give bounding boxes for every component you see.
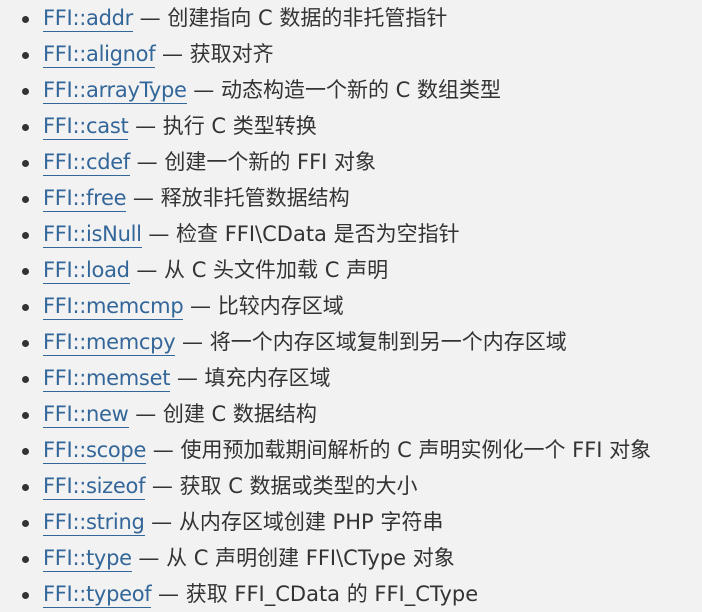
list-item: FFI::memset — 填充内存区域 <box>22 360 702 396</box>
method-description: — 创建指向 C 数据的非托管指针 <box>132 6 448 30</box>
list-item: FFI::load — 从 C 头文件加载 C 声明 <box>22 252 702 288</box>
method-link[interactable]: FFI::string <box>43 510 145 536</box>
method-list: FFI::addr — 创建指向 C 数据的非托管指针 FFI::alignof … <box>0 0 702 612</box>
method-link[interactable]: FFI::alignof <box>43 42 156 68</box>
bullet-icon <box>22 592 29 599</box>
method-link[interactable]: FFI::cast <box>43 114 129 140</box>
method-link[interactable]: FFI::sizeof <box>43 474 145 500</box>
method-description: — 填充内存区域 <box>170 366 331 390</box>
method-description: — 获取 C 数据或类型的大小 <box>145 474 418 498</box>
list-item: FFI::scope — 使用预加载期间解析的 C 声明实例化一个 FFI 对象 <box>22 432 702 468</box>
method-description: — 获取对齐 <box>155 42 274 66</box>
list-item: FFI::free — 释放非托管数据结构 <box>22 180 702 216</box>
method-link[interactable]: FFI::load <box>43 258 130 284</box>
list-item: FFI::cast — 执行 C 类型转换 <box>22 108 702 144</box>
method-link[interactable]: FFI::cdef <box>43 150 130 176</box>
method-description: — 从 C 声明创建 FFI\CType 对象 <box>131 546 455 570</box>
method-description: — 创建 C 数据结构 <box>128 402 317 426</box>
list-item: FFI::memcpy — 将一个内存区域复制到另一个内存区域 <box>22 324 702 360</box>
method-link[interactable]: FFI::isNull <box>43 222 142 248</box>
method-description: — 释放非托管数据结构 <box>126 186 350 210</box>
method-description: — 从内存区域创建 PHP 字符串 <box>144 510 444 534</box>
bullet-icon <box>22 268 29 275</box>
method-description: — 执行 C 类型转换 <box>128 114 317 138</box>
list-item: FFI::addr — 创建指向 C 数据的非托管指针 <box>22 0 702 36</box>
bullet-icon <box>22 196 29 203</box>
bullet-icon <box>22 412 29 419</box>
method-link[interactable]: FFI::scope <box>43 438 146 464</box>
list-item: FFI::string — 从内存区域创建 PHP 字符串 <box>22 504 702 540</box>
bullet-icon <box>22 16 29 23</box>
method-link[interactable]: FFI::memcmp <box>43 294 184 320</box>
list-item: FFI::type — 从 C 声明创建 FFI\CType 对象 <box>22 540 702 576</box>
method-description: — 比较内存区域 <box>183 294 344 318</box>
bullet-icon <box>22 556 29 563</box>
list-item: FFI::alignof — 获取对齐 <box>22 36 702 72</box>
list-item: FFI::new — 创建 C 数据结构 <box>22 396 702 432</box>
bullet-icon <box>22 520 29 527</box>
method-link[interactable]: FFI::memset <box>43 366 170 392</box>
list-item: FFI::sizeof — 获取 C 数据或类型的大小 <box>22 468 702 504</box>
bullet-icon <box>22 304 29 311</box>
list-item: FFI::isNull — 检查 FFI\CData 是否为空指针 <box>22 216 702 252</box>
bullet-icon <box>22 160 29 167</box>
list-item: FFI::arrayType — 动态构造一个新的 C 数组类型 <box>22 72 702 108</box>
bullet-icon <box>22 52 29 59</box>
method-link[interactable]: FFI::free <box>43 186 127 212</box>
bullet-icon <box>22 376 29 383</box>
method-description: — 使用预加载期间解析的 C 声明实例化一个 FFI 对象 <box>146 438 652 462</box>
bullet-icon <box>22 340 29 347</box>
list-item: FFI::cdef — 创建一个新的 FFI 对象 <box>22 144 702 180</box>
bullet-icon <box>22 448 29 455</box>
method-description: — 动态构造一个新的 C 数组类型 <box>186 78 501 102</box>
method-description: — 获取 FFI_CData 的 FFI_CType <box>151 582 479 606</box>
bullet-icon <box>22 232 29 239</box>
method-link[interactable]: FFI::typeof <box>43 582 152 608</box>
method-link[interactable]: FFI::new <box>43 402 129 428</box>
method-description: — 检查 FFI\CData 是否为空指针 <box>141 222 460 246</box>
method-link[interactable]: FFI::arrayType <box>43 78 187 104</box>
bullet-icon <box>22 88 29 95</box>
bullet-icon <box>22 124 29 131</box>
method-link[interactable]: FFI::addr <box>43 6 133 32</box>
list-item: FFI::memcmp — 比较内存区域 <box>22 288 702 324</box>
method-link[interactable]: FFI::type <box>43 546 132 572</box>
bullet-icon <box>22 484 29 491</box>
method-link[interactable]: FFI::memcpy <box>43 330 176 356</box>
method-description: — 将一个内存区域复制到另一个内存区域 <box>175 330 567 354</box>
method-description: — 从 C 头文件加载 C 声明 <box>129 258 389 282</box>
method-description: — 创建一个新的 FFI 对象 <box>130 150 377 174</box>
